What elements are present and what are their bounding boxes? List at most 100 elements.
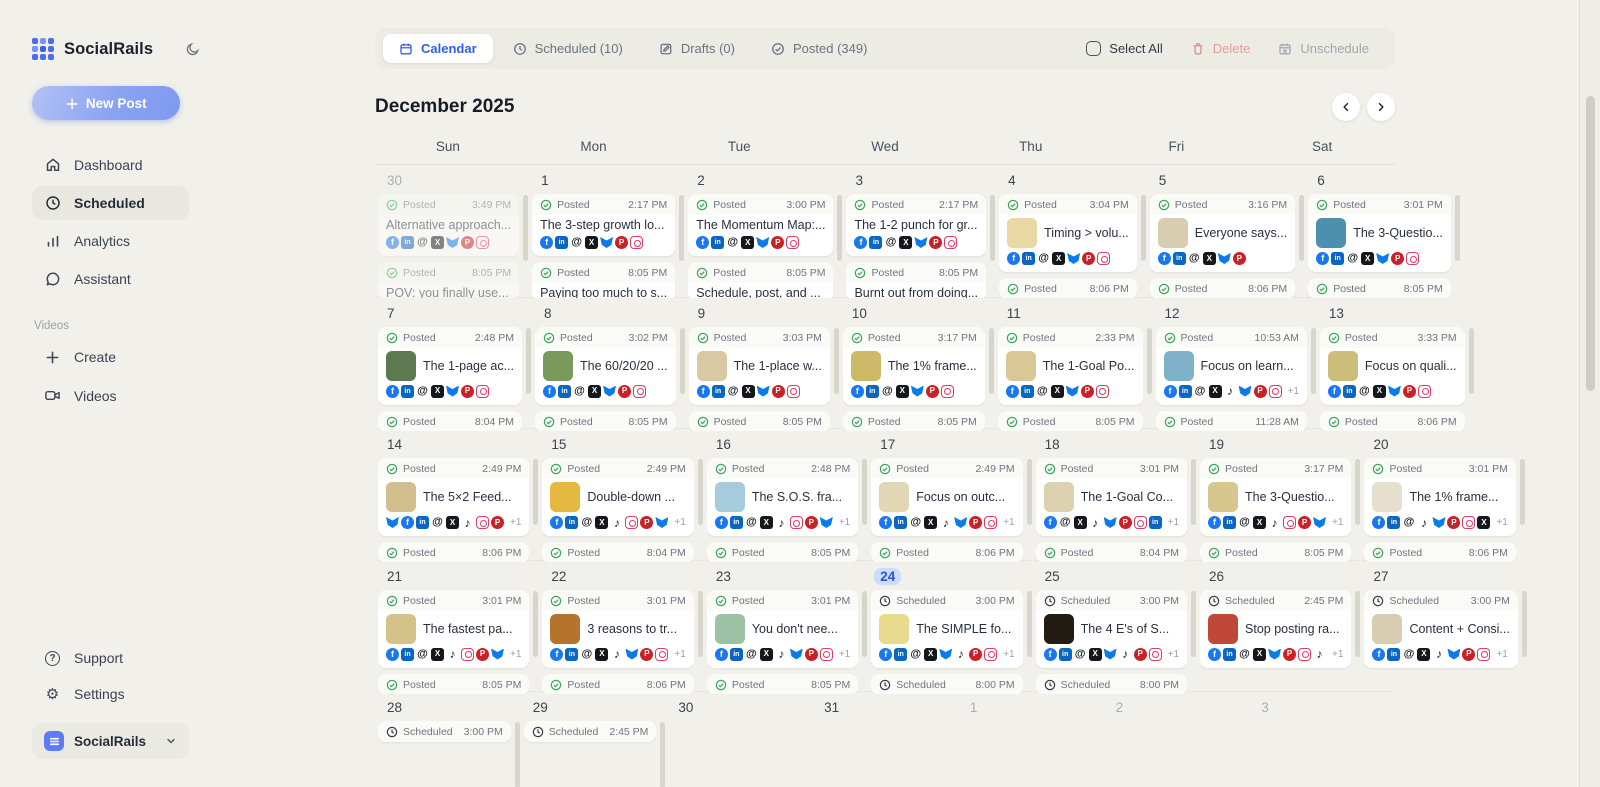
post-card[interactable]: Posted3:04 PMTiming > volu...fin@XP	[999, 194, 1137, 272]
cell-scrollbar-thumb[interactable]	[679, 195, 684, 261]
post-card[interactable]: Posted8:06 PM	[1364, 542, 1515, 562]
cell-scrollbar-thumb[interactable]	[1522, 591, 1527, 657]
cell-scrollbar-thumb[interactable]	[526, 328, 531, 394]
post-card[interactable]: Posted3:17 PMThe 1% frame...fin@XP	[843, 327, 985, 405]
select-all-control[interactable]: Select All	[1074, 35, 1174, 62]
cell-scrollbar-thumb[interactable]	[533, 459, 538, 525]
post-card[interactable]: Posted8:06 PM	[999, 278, 1137, 298]
post-card[interactable]: Posted3:01 PMThe 3-Questio...fin@XP	[1308, 194, 1451, 272]
cell-scrollbar-thumb[interactable]	[1027, 459, 1032, 525]
post-card[interactable]: Posted2:48 PMThe 1-page ac...fin@XP	[378, 327, 522, 405]
cell-scrollbar-thumb[interactable]	[533, 591, 538, 657]
post-card[interactable]: Posted8:05 PMSchedule, post, and ...	[688, 262, 833, 298]
sidebar-item-create[interactable]: Create	[32, 340, 189, 374]
sidebar-item-analytics[interactable]: Analytics	[32, 224, 189, 258]
post-card[interactable]: Posted8:06 PM	[542, 674, 693, 694]
post-card[interactable]: Posted8:05 PM	[1308, 278, 1451, 298]
post-card[interactable]: Posted3:33 PMFocus on quali...fin@XP	[1320, 327, 1465, 405]
post-card[interactable]: Scheduled3:00 PM	[378, 721, 511, 742]
post-card[interactable]: Posted3:03 PMThe 1-place w...fin@XP	[689, 327, 830, 405]
post-card[interactable]: Posted2:49 PMThe 5×2 Feed...fin@X♪P+1	[378, 458, 529, 536]
cell-scrollbar-thumb[interactable]	[660, 722, 665, 787]
post-card[interactable]: Posted8:05 PM	[689, 411, 830, 431]
post-card[interactable]: Posted3:49 PMAlternative approach...fin@…	[378, 194, 519, 256]
sidebar-item-dashboard[interactable]: Dashboard	[32, 148, 189, 182]
post-card[interactable]: Posted3:17 PMThe 3-Questio...fin@X♪P+1	[1200, 458, 1351, 536]
post-card[interactable]: Posted3:01 PMYou don't nee...fin@X♪P+1	[707, 590, 858, 668]
select-all-checkbox[interactable]	[1086, 41, 1101, 56]
post-card[interactable]: Scheduled2:45 PM	[524, 721, 657, 742]
cell-scrollbar-thumb[interactable]	[1027, 591, 1032, 657]
cell-scrollbar-thumb[interactable]	[515, 722, 520, 787]
cell-scrollbar-thumb[interactable]	[1311, 328, 1316, 394]
post-card[interactable]: Posted8:05 PM	[707, 674, 858, 694]
cell-scrollbar-thumb[interactable]	[990, 195, 995, 261]
cell-scrollbar-thumb[interactable]	[834, 328, 839, 394]
post-card[interactable]: Scheduled8:00 PM	[1036, 674, 1187, 694]
post-card[interactable]: Posted3:01 PM3 reasons to tr...fin@X♪P+1	[542, 590, 693, 668]
post-card[interactable]: Posted2:17 PMThe 3-step growth lo...fin@…	[532, 194, 675, 256]
post-card[interactable]: Scheduled3:00 PMThe SIMPLE fo...fin@X♪P+…	[871, 590, 1022, 668]
post-card[interactable]: Posted8:05 PM	[707, 542, 858, 562]
tab-calendar[interactable]: Calendar	[383, 34, 493, 63]
post-card[interactable]: Posted11:28 AM	[1156, 411, 1307, 431]
cell-scrollbar-thumb[interactable]	[1141, 195, 1146, 261]
post-card[interactable]: Posted3:00 PMThe Momentum Map:...fin@XP	[688, 194, 833, 256]
cell-scrollbar-thumb[interactable]	[523, 195, 528, 261]
post-card[interactable]: Posted8:04 PM	[542, 542, 693, 562]
post-card[interactable]: Posted2:49 PMFocus on outc...fin@X♪P+1	[871, 458, 1022, 536]
sidebar-item-videos[interactable]: Videos	[32, 378, 189, 413]
cell-scrollbar-thumb[interactable]	[1469, 328, 1474, 394]
dark-mode-toggle[interactable]	[185, 42, 200, 57]
tab-posted[interactable]: Posted (349)	[755, 34, 883, 63]
post-card[interactable]: Posted3:16 PMEveryone says...fin@XP	[1150, 194, 1295, 272]
post-card[interactable]: Posted8:06 PM	[871, 542, 1022, 562]
cell-scrollbar-thumb[interactable]	[1355, 591, 1360, 657]
post-card[interactable]: Posted8:05 PM	[998, 411, 1143, 431]
post-card[interactable]: Posted2:33 PMThe 1-Goal Po...fin@XP	[998, 327, 1143, 405]
post-card[interactable]: Scheduled3:00 PMThe 4 E's of S...fin@X♪P…	[1036, 590, 1187, 668]
sidebar-item-settings[interactable]: ⚙ Settings	[32, 677, 189, 711]
post-card[interactable]: Posted2:48 PMThe S.O.S. fra...fin@X♪P+1	[707, 458, 858, 536]
next-month-button[interactable]	[1367, 93, 1395, 121]
post-card[interactable]: Posted8:05 PM	[535, 411, 676, 431]
cell-scrollbar-thumb[interactable]	[680, 328, 685, 394]
post-card[interactable]: Posted8:05 PMPOV: you finally use...	[378, 262, 519, 298]
workspace-switcher[interactable]: SocialRails	[32, 723, 189, 759]
post-card[interactable]: Posted8:05 PM	[843, 411, 985, 431]
cell-scrollbar-thumb[interactable]	[698, 591, 703, 657]
post-card[interactable]: Posted8:05 PMPaying too much to s...	[532, 262, 675, 298]
cell-scrollbar-thumb[interactable]	[1147, 328, 1152, 394]
post-card[interactable]: Posted8:06 PM	[378, 542, 529, 562]
cell-scrollbar-thumb[interactable]	[698, 459, 703, 525]
new-post-button[interactable]: ＋New Post	[32, 86, 180, 120]
cell-scrollbar-thumb[interactable]	[1191, 591, 1196, 657]
post-card[interactable]: Posted8:04 PM	[1036, 542, 1187, 562]
sidebar-item-assistant[interactable]: Assistant	[32, 262, 189, 296]
post-card[interactable]: Posted8:05 PMBurnt out from doing...	[846, 262, 986, 298]
tab-scheduled[interactable]: Scheduled (10)	[497, 34, 639, 63]
post-card[interactable]: Posted8:04 PM	[378, 411, 522, 431]
post-card[interactable]: Scheduled2:45 PMStop posting ra...fin@XP…	[1200, 590, 1351, 668]
sidebar-item-scheduled[interactable]: Scheduled	[32, 186, 189, 220]
post-card[interactable]: Posted8:06 PM	[1320, 411, 1465, 431]
post-card[interactable]: Posted3:02 PMThe 60/20/20 ...fin@XP	[535, 327, 676, 405]
post-card[interactable]: Scheduled3:00 PMContent + Consi...fin@X♪…	[1364, 590, 1517, 668]
tab-drafts[interactable]: Drafts (0)	[643, 34, 751, 63]
prev-month-button[interactable]	[1332, 93, 1360, 121]
window-scrollbar-track[interactable]	[1579, 0, 1600, 787]
post-card[interactable]: Posted3:01 PMThe fastest pa...fin@X♪P+1	[378, 590, 529, 668]
post-card[interactable]: Posted8:05 PM	[378, 674, 529, 694]
cell-scrollbar-thumb[interactable]	[989, 328, 994, 394]
cell-scrollbar-thumb[interactable]	[1299, 195, 1304, 261]
post-card[interactable]: Posted3:01 PMThe 1-Goal Co...f@X♪Pin+1	[1036, 458, 1187, 536]
post-card[interactable]: Posted8:05 PM	[1200, 542, 1351, 562]
cell-scrollbar-thumb[interactable]	[1520, 459, 1525, 525]
post-card[interactable]: Posted2:17 PMThe 1-2 punch for gr...fin@…	[846, 194, 986, 256]
post-card[interactable]: Posted10:53 AMFocus on learn...fin@X♪P+1	[1156, 327, 1307, 405]
cell-scrollbar-thumb[interactable]	[837, 195, 842, 261]
post-card[interactable]: Posted2:49 PMDouble-down ...fin@X♪P+1	[542, 458, 693, 536]
cell-scrollbar-thumb[interactable]	[862, 459, 867, 525]
unschedule-button[interactable]: Unschedule	[1266, 35, 1381, 62]
window-scrollbar-thumb[interactable]	[1586, 96, 1595, 391]
